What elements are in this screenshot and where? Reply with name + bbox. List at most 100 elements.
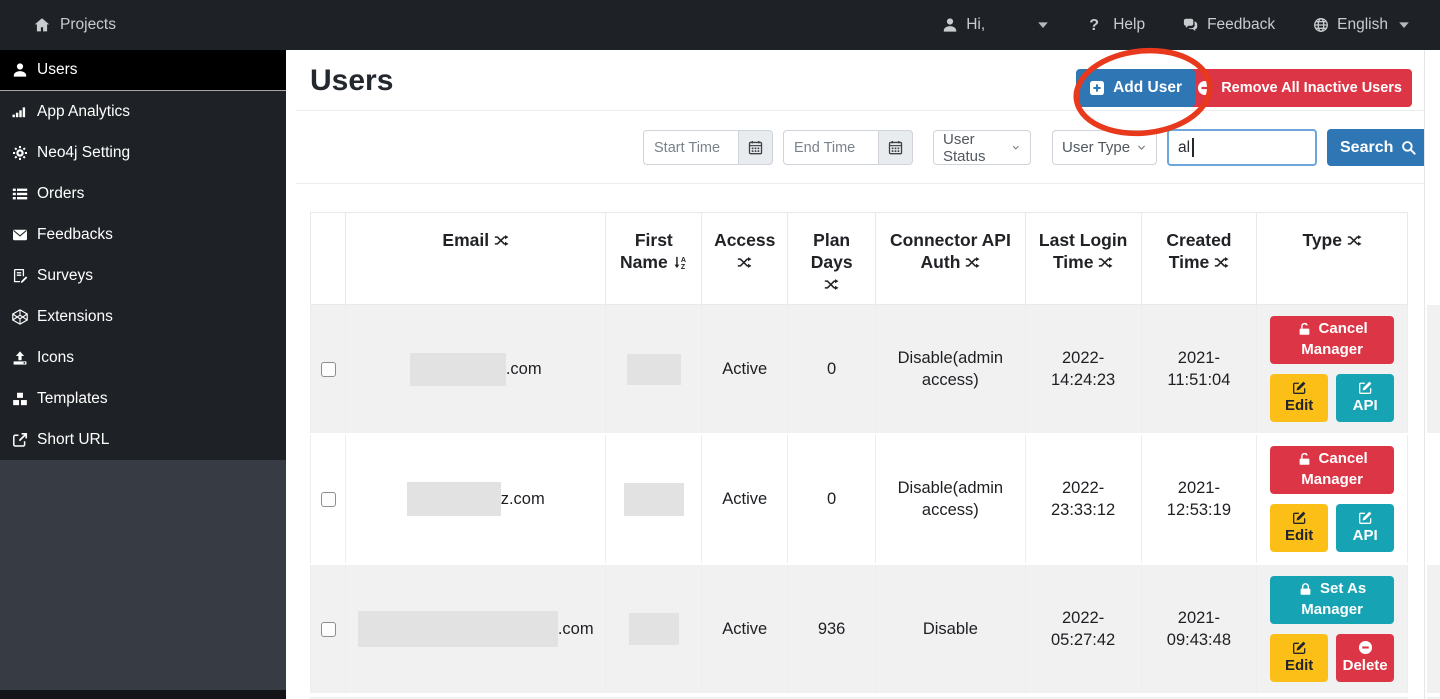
user-status-select[interactable]: User Status <box>933 130 1031 165</box>
external-link-icon <box>12 432 28 448</box>
redacted-email <box>358 611 558 647</box>
svg-text:Z: Z <box>680 264 685 270</box>
created-time-value: 2021- <box>1178 477 1220 499</box>
table-cell: 2021-11:51:04 <box>1142 305 1258 433</box>
calendar-icon <box>888 140 903 155</box>
access-value: Active <box>702 565 788 693</box>
shuffle-icon <box>737 255 752 270</box>
sidebar-item-label: Feedbacks <box>37 226 113 244</box>
plan-days-value: 0 <box>788 305 876 433</box>
edit-icon <box>1358 510 1373 525</box>
end-time-field[interactable]: End Time <box>783 130 913 165</box>
text-cursor <box>1192 138 1194 157</box>
gear-icon <box>12 145 28 161</box>
sidebar: UsersApp AnalyticsNeo4j SettingOrders Fee… <box>0 50 286 699</box>
end-time-calendar-button[interactable] <box>878 130 913 165</box>
sidebar-item-icons[interactable]: Icons <box>0 337 286 378</box>
plus-square-icon <box>1089 80 1105 96</box>
column-header-type[interactable]: Type <box>1257 213 1407 304</box>
start-time-calendar-button[interactable] <box>738 130 773 165</box>
nav-user-menu[interactable]: Hi, <box>942 16 1051 34</box>
edit-button[interactable]: Edit <box>1270 634 1328 682</box>
projects-label: Projects <box>60 16 116 34</box>
caret-down-icon <box>1396 17 1412 33</box>
row-checkbox[interactable] <box>321 362 336 377</box>
edit-icon <box>1358 380 1373 395</box>
sidebar-item-feedbacks[interactable]: Feedbacks <box>0 214 286 255</box>
access-value: Active <box>702 435 788 563</box>
sidebar-item-label: Extensions <box>37 308 113 326</box>
api-button[interactable]: API <box>1336 374 1394 422</box>
lock-icon <box>1298 582 1313 597</box>
users-table: Email First Name AZ Access Plan Days Conn… <box>310 212 1408 695</box>
table-row: .comActive0Disable(admin access)2022-14:… <box>310 305 1408 433</box>
column-header-last_login_time[interactable]: Last Login Time <box>1026 213 1142 304</box>
connector-api-auth-value: Disable(admin access) <box>876 435 1026 563</box>
nav-language[interactable]: English <box>1313 16 1412 34</box>
table-cell: CancelManager EditAPI <box>1257 305 1407 433</box>
created-time-value: 09:43:48 <box>1167 629 1231 651</box>
overflow-row-3 <box>1427 565 1440 693</box>
sidebar-item-label: Short URL <box>37 431 109 449</box>
created-time-value: 11:51:04 <box>1167 369 1230 391</box>
user-type-value: User Type <box>1062 139 1130 156</box>
edit-icon <box>1292 380 1307 395</box>
row-checkbox[interactable] <box>321 622 336 637</box>
search-input[interactable]: al <box>1167 129 1317 166</box>
redacted-first-name <box>627 354 681 385</box>
edit-button[interactable]: Edit <box>1270 374 1328 422</box>
start-time-placeholder: Start Time <box>654 140 720 156</box>
feedback-label: Feedback <box>1207 16 1275 34</box>
email-suffix: z.com <box>501 488 545 510</box>
sidebar-item-users[interactable]: Users <box>0 50 286 91</box>
sidebar-item-orders[interactable]: Orders <box>0 173 286 214</box>
column-header-label: Last Login Time <box>1039 229 1128 274</box>
extensions-icon <box>12 309 28 325</box>
user-type-select[interactable]: User Type <box>1052 130 1157 165</box>
sidebar-item-neo4j-setting[interactable]: Neo4j Setting <box>0 132 286 173</box>
nav-feedback[interactable]: Feedback <box>1183 16 1275 34</box>
column-header-access[interactable]: Access <box>702 213 788 304</box>
nav-help[interactable]: ? Help <box>1089 16 1145 34</box>
cancel-manager-button[interactable]: CancelManager <box>1270 316 1394 364</box>
home-icon <box>34 17 50 33</box>
sidebar-item-surveys[interactable]: Surveys <box>0 255 286 296</box>
svg-text:A: A <box>680 257 685 264</box>
redacted-email <box>410 353 506 386</box>
redacted-first-name <box>624 483 684 516</box>
sidebar-item-templates[interactable]: Templates <box>0 378 286 419</box>
end-time-placeholder: End Time <box>794 140 855 156</box>
filters-divider <box>296 183 1424 184</box>
created-time-value: 2021- <box>1178 607 1220 629</box>
row-checkbox[interactable] <box>321 492 336 507</box>
last-login-time-value: 2022- <box>1062 347 1104 369</box>
column-header-label: Connector API Auth <box>889 229 1012 274</box>
add-user-button[interactable]: Add User <box>1076 69 1195 107</box>
column-header-label: Plan Days <box>801 229 862 296</box>
column-header-created_time[interactable]: Created Time <box>1142 213 1258 304</box>
column-header-first_name[interactable]: First Name AZ <box>606 213 702 304</box>
setas-manager-button[interactable]: Set AsManager <box>1270 576 1394 624</box>
column-header-label: First Name AZ <box>619 229 688 274</box>
column-header-email[interactable]: Email <box>346 213 606 304</box>
column-header-connector_api_auth[interactable]: Connector API Auth <box>876 213 1026 304</box>
cancel-manager-button[interactable]: CancelManager <box>1270 446 1394 494</box>
delete-button[interactable]: Delete <box>1336 634 1394 682</box>
table-header-row: Email First Name AZ Access Plan Days Conn… <box>310 212 1408 305</box>
sidebar-item-app-analytics[interactable]: App Analytics <box>0 91 286 132</box>
start-time-field[interactable]: Start Time <box>643 130 773 165</box>
connector-api-auth-value: Disable(admin access) <box>876 305 1026 433</box>
sidebar-item-short-url[interactable]: Short URL <box>0 419 286 460</box>
sidebar-item-extensions[interactable]: Extensions <box>0 296 286 337</box>
api-button[interactable]: API <box>1336 504 1394 552</box>
created-time-value: 2021- <box>1178 347 1220 369</box>
sidebar-nav: UsersApp AnalyticsNeo4j SettingOrders Fee… <box>0 50 286 460</box>
access-value: Active <box>702 305 788 433</box>
remove-all-inactive-users-button[interactable]: Remove All Inactive Users <box>1187 69 1412 107</box>
search-button[interactable]: Search <box>1327 129 1429 166</box>
last-login-time-value: 2022- <box>1062 607 1104 629</box>
minus-circle-icon <box>1358 640 1373 655</box>
column-header-plan_days[interactable]: Plan Days <box>788 213 876 304</box>
nav-projects[interactable]: Projects <box>34 16 116 34</box>
edit-button[interactable]: Edit <box>1270 504 1328 552</box>
